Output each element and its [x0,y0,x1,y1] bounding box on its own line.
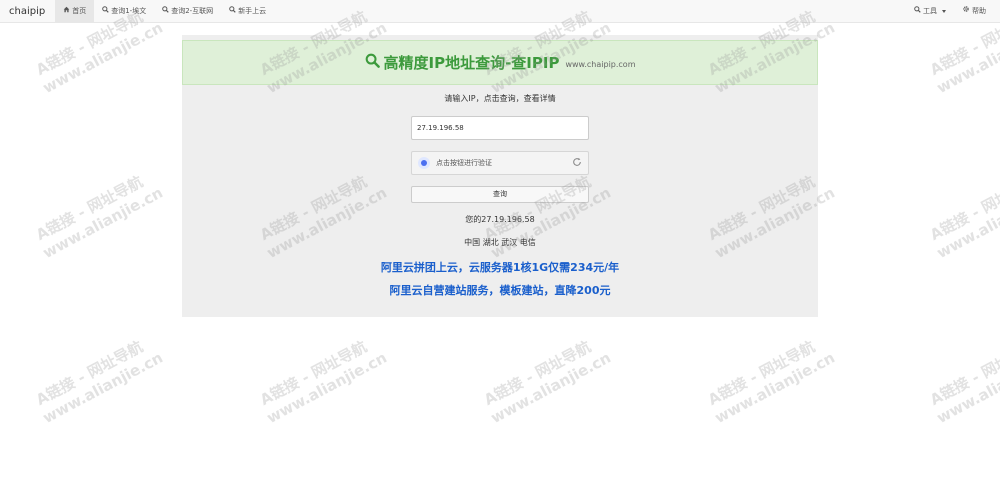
title-banner: 高精度IP地址查询-查IPIP www.chaipip.com [182,40,818,85]
watermark-line2: www.alianjie.cn [39,183,166,262]
tools-dropdown[interactable]: 工具 [906,0,954,23]
input-prompt: 请输入IP，点击查询，查看详情 [444,94,556,103]
nav-item-home[interactable]: 首页 [55,0,95,23]
watermark-line2: www.alianjie.cn [487,348,614,427]
help-link[interactable]: 帮助 [954,0,1000,23]
watermark-line2: www.alianjie.cn [263,348,390,427]
page-title-text: 高精度IP地址查询-查IPIP [383,54,560,72]
watermark-line1: A链接 - 网址导航 [927,172,1000,245]
tools-label: 工具 [923,6,937,15]
nav-item-query2[interactable]: 查询2-互联网 [154,0,221,23]
query-button[interactable]: 查询 [411,186,589,203]
nav-item-query1[interactable]: 查询1-埃文 [94,0,154,23]
captcha-button[interactable]: 点击按钮进行验证 [411,151,589,175]
captcha-label: 点击按钮进行验证 [436,159,492,167]
ad-link-website-building[interactable]: 阿里云自营建站服务，模板建站，直降200元 [182,282,818,298]
watermark-line1: A链接 - 网址导航 [33,337,146,410]
watermark-text: A链接 - 网址导航 www.alianjie.cn [916,332,1000,433]
ip-input[interactable] [411,116,589,140]
nav-item-label: 新手上云 [238,6,267,15]
search-icon [229,0,236,23]
nav-item-newbie[interactable]: 新手上云 [221,0,274,23]
help-label: 帮助 [972,6,986,15]
result-location: 中国 湖北 武汉 电信 [464,238,536,247]
site-url: www.chaipip.com [565,60,636,69]
ad-link-cloud-server[interactable]: 阿里云拼团上云，云服务器1核1G仅需234元/年 [182,259,818,275]
watermark-line2: www.alianjie.cn [711,348,838,427]
nav-item-label: 查询1-埃文 [111,6,147,15]
watermark-text: A链接 - 网址导航 www.alianjie.cn [22,167,166,268]
watermark-text: A链接 - 网址导航 www.alianjie.cn [694,332,838,433]
watermark-text: A链接 - 网址导航 www.alianjie.cn [22,332,166,433]
watermark-line1: A链接 - 网址导航 [257,337,370,410]
search-icon [914,0,921,23]
watermark-line1: A链接 - 网址导航 [481,337,594,410]
watermark-text: A链接 - 网址导航 www.alianjie.cn [470,332,614,433]
page-title: 高精度IP地址查询-查IPIP [365,52,560,73]
brand-logo[interactable]: chaipip [0,0,55,23]
gear-icon [962,0,970,23]
search-icon [365,53,380,72]
navbar-right: 工具 帮助 [906,0,1000,23]
refresh-icon[interactable] [572,157,582,169]
watermark-line1: A链接 - 网址导航 [33,172,146,245]
watermark-text: A链接 - 网址导航 www.alianjie.cn [916,167,1000,268]
watermark-line2: www.alianjie.cn [933,18,1000,97]
nav-item-label: 首页 [72,6,87,15]
top-navbar: chaipip 首页 查询1-埃文 查询2-互联网 新手上云 工具 帮助 [0,0,1000,23]
home-icon [63,0,70,23]
caret-down-icon [942,9,946,13]
watermark-line1: A链接 - 网址导航 [705,337,818,410]
search-icon [102,0,109,23]
result-ip: 您的27.19.196.58 [465,215,535,224]
watermark-line2: www.alianjie.cn [39,18,166,97]
watermark-line1: A链接 - 网址导航 [927,337,1000,410]
watermark-line2: www.alianjie.cn [39,348,166,427]
captcha-dot-icon [418,157,430,169]
main-panel: 高精度IP地址查询-查IPIP www.chaipip.com 请输入IP，点击… [182,35,818,317]
search-icon [162,0,169,23]
watermark-line2: www.alianjie.cn [933,348,1000,427]
watermark-line2: www.alianjie.cn [933,183,1000,262]
watermark-text: A链接 - 网址导航 www.alianjie.cn [246,332,390,433]
nav-item-label: 查询2-互联网 [171,6,214,15]
